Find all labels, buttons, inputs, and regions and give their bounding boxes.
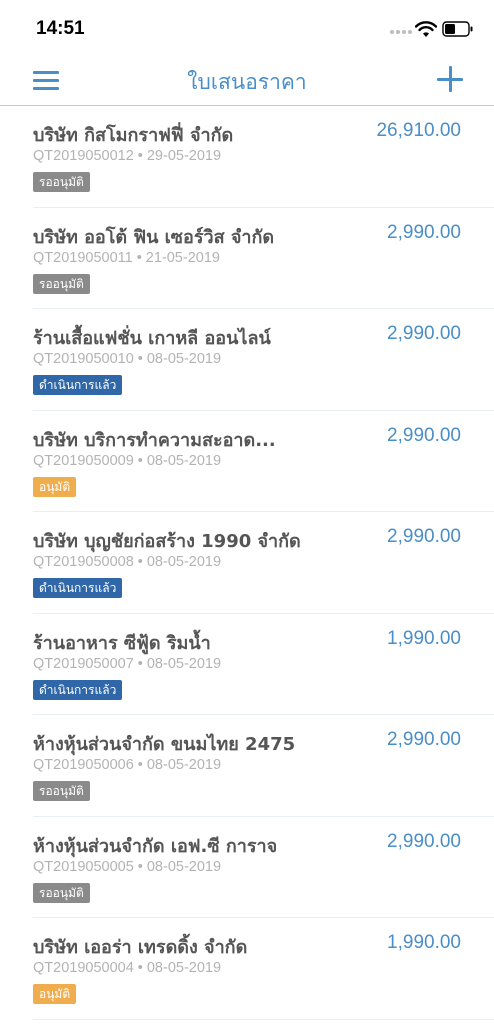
quote-number: QT2019050010 [33,351,134,367]
battery-icon [442,21,473,37]
quote-date: 08-05-2019 [146,655,222,672]
list-item[interactable]: ห้างหุ้นส่วนจำกัด เอฟ.ซี การาจ 2,990.00 QT… [33,817,494,918]
quote-meta: QT2019050010 • 08-05-2019 [33,351,221,367]
list-item[interactable]: บริษัท บุญชัยก่อสร้าง 1990 จำกัด 2,990.00… [33,512,494,614]
quote-amount: 2,990.00 [387,424,461,446]
quote-amount: 26,910.00 [376,120,461,141]
status-badge: ดำเนินการแล้ว [33,679,123,700]
status-badge: รออนุมัติ [33,273,90,294]
status-badge: อนุมัติ [33,476,77,497]
wifi-icon [415,21,437,37]
quote-meta: QT2019050004 • 08-05-2019 [33,960,221,976]
separator-dot: • [137,554,143,570]
quote-amount: 2,990.00 [387,729,461,750]
quote-date: 29-05-2019 [146,148,222,164]
quote-number: QT2019050006 [33,757,134,773]
quote-amount: 2,990.00 [387,830,461,852]
quote-number: QT2019050011 [33,249,133,266]
separator-dot: • [136,249,142,266]
separator-dot: • [137,960,143,976]
quote-meta: QT2019050009 • 08-05-2019 [33,453,221,469]
list-item[interactable]: บริษัท ออโต้ ฟิน เซอร์วิส จำกัด 2,990.00 Q… [33,208,494,309]
quote-meta: QT2019050008 • 08-05-2019 [33,554,221,570]
add-quote-button[interactable] [437,66,463,92]
quote-meta: QT2019050011 • 21-05-2019 [33,250,220,266]
quote-list: บริษัท กิสโมกราฟฟี่ จำกัด 26,910.00 QT2019… [0,106,494,1020]
cellular-signal-icon [390,30,412,34]
quote-meta: QT2019050007 • 08-05-2019 [33,656,221,672]
company-name: บริษัท บริการทำความสะอาด... [33,429,276,451]
quote-date: 08-05-2019 [146,351,222,367]
quote-date: 08-05-2019 [146,960,222,976]
list-item[interactable]: บริษัท เออร่า เทรดดิ้ง จำกัด 1,990.00 QT20… [33,918,494,1020]
quote-meta: QT2019050012 • 29-05-2019 [33,148,221,164]
separator-dot: • [137,858,143,875]
status-bar: 14:51 [0,0,494,56]
quote-number: QT2019050012 [33,148,134,164]
separator-dot: • [137,351,143,367]
quote-amount: 2,990.00 [387,526,461,547]
company-name: ห้างหุ้นส่วนจำกัด ขนมไทย 2475 [33,734,296,755]
company-name: บริษัท กิสโมกราฟฟี่ จำกัด [33,125,234,146]
list-item[interactable]: บริษัท กิสโมกราฟฟี่ จำกัด 26,910.00 QT2019… [33,106,494,208]
quote-number: QT2019050009 [33,452,134,469]
quote-meta: QT2019050005 • 08-05-2019 [33,859,221,875]
quote-number: QT2019050005 [33,858,134,875]
status-badge: ดำเนินการแล้ว [33,375,123,395]
status-badge: อนุมัติ [33,984,77,1004]
company-name: ร้านเสื้อแฟชั่น เกาหลี ออนไลน์ [33,328,271,349]
list-item[interactable]: ร้านอาหาร ซีฟู้ด ริมน้ำ 1,990.00 QT2019050… [33,614,494,715]
quote-number: QT2019050004 [33,960,134,976]
separator-dot: • [137,757,143,773]
status-badge: ดำเนินการแล้ว [33,578,123,598]
quote-date: 08-05-2019 [146,757,222,773]
quote-number: QT2019050008 [33,554,134,570]
quote-number: QT2019050007 [33,655,134,672]
status-time: 14:51 [36,18,85,39]
company-name: บริษัท ออโต้ ฟิน เซอร์วิส จำกัด [33,226,275,248]
company-name: บริษัท เออร่า เทรดดิ้ง จำกัด [33,937,248,958]
company-name: ร้านอาหาร ซีฟู้ด ริมน้ำ [33,632,211,654]
company-name: ห้างหุ้นส่วนจำกัด เอฟ.ซี การาจ [33,835,278,857]
quote-date: 21-05-2019 [145,249,220,266]
list-item[interactable]: บริษัท บริการทำความสะอาด... 2,990.00 QT201… [33,411,494,512]
page-title: ใบเสนอราคา [187,70,307,94]
list-item[interactable]: ห้างหุ้นส่วนจำกัด ขนมไทย 2475 2,990.00 QT2… [33,715,494,817]
separator-dot: • [137,655,143,672]
quote-amount: 2,990.00 [387,323,461,344]
list-item[interactable]: ร้านเสื้อแฟชั่น เกาหลี ออนไลน์ 2,990.00 QT… [33,309,494,411]
company-name: บริษัท บุญชัยก่อสร้าง 1990 จำกัด [33,531,301,552]
status-badge: รออนุมัติ [33,882,90,903]
quote-amount: 1,990.00 [387,627,461,649]
quote-date: 08-05-2019 [146,452,222,469]
separator-dot: • [137,148,143,164]
status-badge: รออนุมัติ [33,172,90,192]
separator-dot: • [137,452,143,469]
navigation-bar: ใบเสนอราคา [0,56,494,106]
quote-date: 08-05-2019 [146,554,222,570]
quote-amount: 1,990.00 [387,932,461,953]
quote-date: 08-05-2019 [146,858,222,875]
quote-amount: 2,990.00 [387,221,461,243]
status-badge: รออนุมัติ [33,781,90,801]
quote-meta: QT2019050006 • 08-05-2019 [33,757,221,773]
